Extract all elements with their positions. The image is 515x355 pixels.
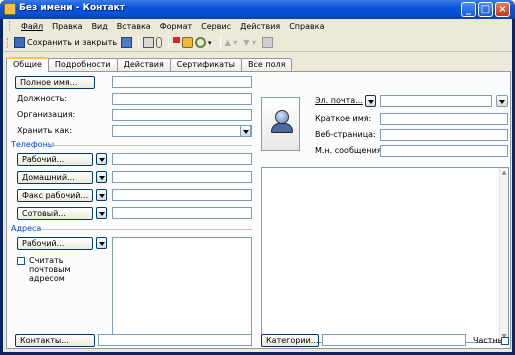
private-checkbox[interactable] [501,337,509,345]
home-phone-dropdown[interactable] [96,171,107,183]
menu-grip [9,21,12,31]
categories-field[interactable] [322,334,466,346]
categories-icon[interactable] [182,37,194,48]
contact-photo[interactable] [261,97,300,151]
menu-tools[interactable]: Сервис [201,22,231,31]
contacts-button[interactable]: Контакты... [15,334,95,347]
print-icon[interactable] [143,37,155,48]
address-book-icon[interactable] [496,95,508,107]
standard-toolbar: Сохранить и закрыть ▾ ▲ ▾ ▼ ▾ [3,34,512,52]
email-label[interactable]: Эл. почта... [315,96,363,105]
web-page-label: Веб-страница: [315,130,376,139]
full-name-button[interactable]: Полное имя... [15,76,95,89]
recur-icon[interactable] [195,37,207,48]
window-client: Файл Правка Вид Вставка Формат Сервис Де… [3,19,512,352]
menu-file[interactable]: Файл [21,22,43,31]
mailing-address-checkbox[interactable] [17,257,25,265]
general-tab-panel: Полное имя... Должность: Организация: Хр… [6,71,511,349]
job-title-label: Должность: [17,94,68,103]
menu-help[interactable]: Справка [289,22,324,31]
tab-activities[interactable]: Действия [116,58,171,71]
tab-strip: Общие Подробности Действия Сертификаты В… [6,57,293,72]
web-page-field[interactable] [380,129,508,141]
window-title: Без имени - Контакт [19,3,125,13]
im-address-label: М.н. сообщения: [315,146,385,155]
full-name-field[interactable] [112,76,252,88]
mobile-phone-button[interactable]: Сотовый... [17,207,93,220]
title-bar[interactable]: Без имени - Контакт _ □ × [0,0,515,19]
company-label: Организация: [17,110,76,119]
file-as-label: Хранить как: [17,126,73,135]
menu-view[interactable]: Вид [92,22,108,31]
mobile-phone-dropdown[interactable] [96,207,107,219]
addresses-section-title: Адреса [11,224,42,233]
menu-edit[interactable]: Правка [52,22,82,31]
business-fax-dropdown[interactable] [96,189,107,201]
home-phone-field[interactable] [112,171,252,183]
save-icon[interactable] [121,37,133,48]
file-as-dropdown[interactable] [240,125,251,137]
toolbar-separator [168,36,170,49]
address-field[interactable] [112,237,252,337]
toolbar-separator [138,36,140,49]
business-fax-button[interactable]: Факс рабочий... [17,189,93,202]
prev-item-icon[interactable]: ▲ ▾ [225,38,238,47]
tab-all-fields[interactable]: Все поля [240,58,293,71]
tab-general[interactable]: Общие [6,57,49,72]
menu-format[interactable]: Формат [160,22,192,31]
person-icon [275,110,289,124]
contact-card-icon [4,3,16,15]
next-item-icon[interactable]: ▼ ▾ [243,38,256,47]
business-phone-field[interactable] [112,153,252,165]
job-title-field[interactable] [112,93,252,105]
home-phone-button[interactable]: Домашний... [17,171,93,184]
file-as-field[interactable] [112,125,252,137]
display-as-label: Краткое имя: [315,114,372,123]
minimize-button[interactable]: _ [461,2,476,17]
mailing-address-label: Считать почтовым адресом [29,256,71,283]
attach-icon[interactable] [156,37,163,48]
categories-button[interactable]: Категории... [261,334,319,347]
close-button[interactable]: × [495,2,510,17]
notes-scrollbar[interactable]: ▲ ▼ [499,168,508,342]
addresses-divider [41,229,252,230]
scroll-up-icon[interactable]: ▲ [501,170,507,176]
contact-window: Без имени - Контакт _ □ × Файл Правка Ви… [0,0,515,355]
im-address-field[interactable] [380,145,508,157]
menu-insert[interactable]: Вставка [117,22,151,31]
flag-icon[interactable] [173,37,181,48]
chevron-down-icon[interactable]: ▾ [208,39,212,47]
business-address-dropdown[interactable] [96,237,107,249]
business-phone-button[interactable]: Рабочий... [17,153,93,166]
contacts-field[interactable] [98,334,252,346]
phones-divider [47,145,252,146]
business-fax-field[interactable] [112,189,252,201]
tab-certificates[interactable]: Сертификаты [169,58,242,71]
toolbar-separator [219,36,221,49]
tab-details[interactable]: Подробности [47,58,118,71]
menu-actions[interactable]: Действия [240,22,280,31]
business-phone-dropdown[interactable] [96,153,107,165]
menu-bar: Файл Правка Вид Вставка Формат Сервис Де… [3,19,512,33]
company-field[interactable] [112,109,252,121]
notes-area[interactable]: ▲ ▼ [261,167,509,343]
display-as-field[interactable] [380,113,508,125]
save-close-icon [14,37,25,48]
save-and-close-button[interactable]: Сохранить и закрыть [14,35,117,51]
email-field[interactable] [380,95,492,107]
email-dropdown[interactable] [365,95,376,107]
maximize-button[interactable]: □ [478,2,493,17]
business-address-button[interactable]: Рабочий... [17,237,93,250]
save-close-label: Сохранить и закрыть [27,38,118,47]
mobile-phone-field[interactable] [112,207,252,219]
security-icon[interactable] [262,37,273,48]
toolbar-grip [7,37,10,48]
person-body-icon [271,123,293,133]
